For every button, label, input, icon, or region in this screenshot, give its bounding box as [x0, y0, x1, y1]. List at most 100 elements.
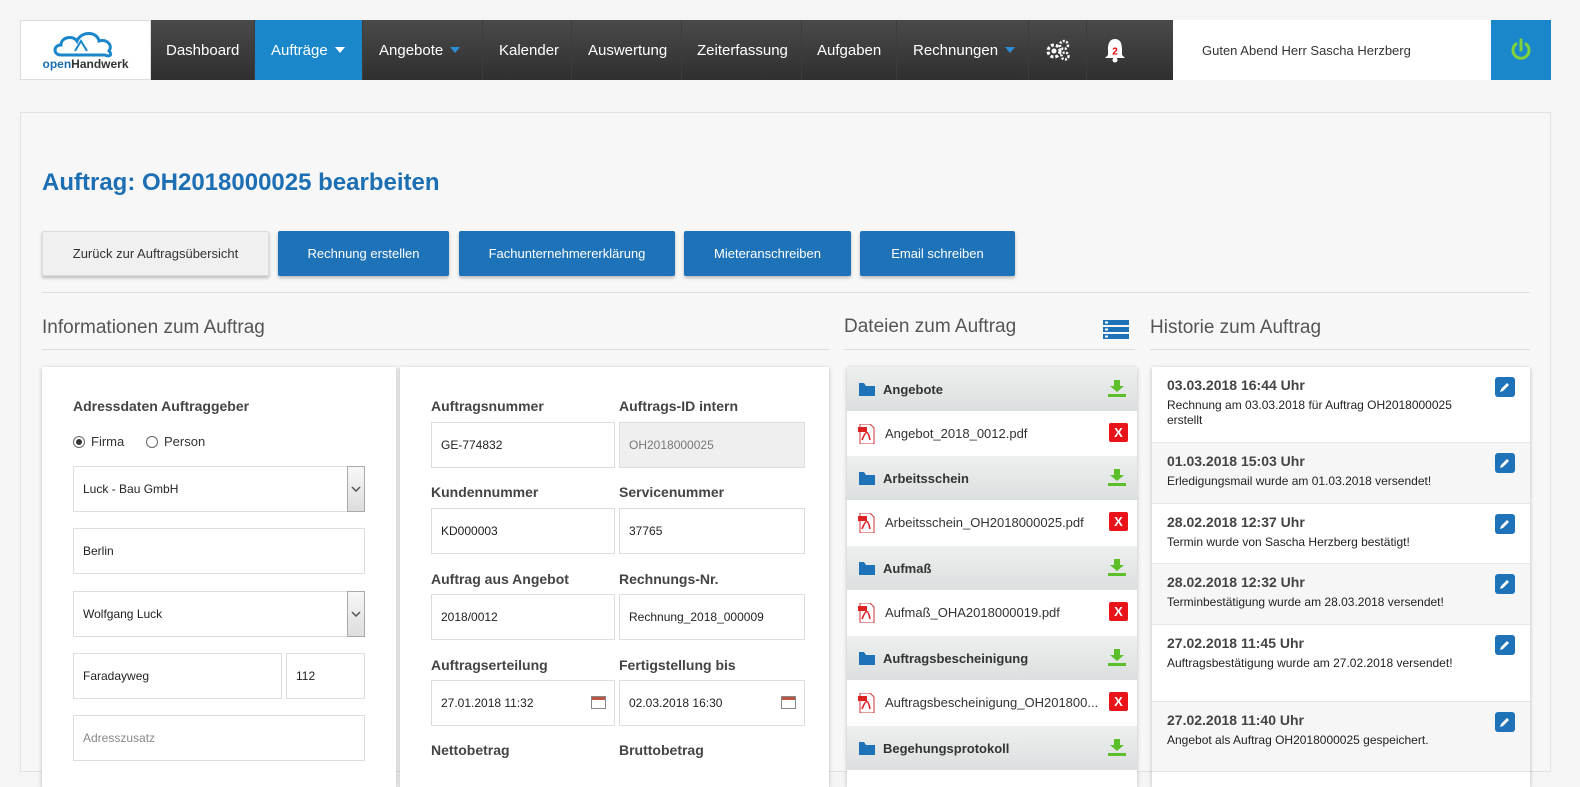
divider [42, 292, 1530, 293]
house-number-value: 112 [296, 669, 316, 683]
nav-aufgaben[interactable]: Aufgaben [802, 20, 897, 80]
settings-button[interactable] [1029, 20, 1087, 80]
company-select[interactable]: Luck - Bau GmbH [73, 466, 365, 512]
folder-auftragsbescheinigung[interactable]: Auftragsbescheinigung [847, 636, 1137, 680]
nav-auswertung[interactable]: Auswertung [572, 20, 682, 80]
history-time: 28.02.2018 12:37 Uhr [1167, 514, 1305, 530]
folder-arbeitsschein[interactable]: Arbeitsschein [847, 456, 1137, 500]
delete-icon[interactable]: X [1109, 423, 1128, 442]
calendar-icon[interactable] [781, 696, 796, 709]
download-icon[interactable] [1108, 649, 1126, 666]
pdf-icon [858, 602, 875, 623]
radio-person[interactable]: Person [146, 434, 205, 449]
radio-dot [73, 435, 85, 448]
city-value: Berlin [83, 544, 114, 558]
edit-icon[interactable] [1495, 574, 1515, 594]
calendar-icon[interactable] [591, 696, 606, 709]
internal-id-value: OH2018000025 [629, 438, 714, 452]
edit-icon[interactable] [1495, 712, 1515, 732]
download-icon[interactable] [1108, 739, 1126, 756]
divider [42, 349, 829, 350]
file-row[interactable]: Aufmaß_OHA2018000019.pdf X [847, 590, 1137, 635]
download-icon[interactable] [1108, 469, 1126, 486]
from-offer-label: Auftrag aus Angebot [431, 571, 569, 587]
customer-number-field[interactable]: KD000003 [431, 508, 615, 554]
from-offer-field[interactable]: 2018/0012 [431, 594, 615, 640]
folder-label: Angebote [883, 381, 943, 397]
caret-down-icon [334, 47, 345, 53]
nav-auftraege[interactable]: Aufträge [255, 20, 363, 80]
folder-icon [859, 382, 875, 396]
logo[interactable]: openHandwerk [20, 20, 151, 80]
tenant-letter-button[interactable]: Mieteranschreiben [684, 231, 851, 276]
file-name: Auftragsbescheinigung_OH201800... [885, 695, 1099, 710]
subcontractor-declaration-button[interactable]: Fachunternehmererklärung [459, 231, 675, 276]
power-icon [1511, 38, 1531, 60]
address-extra-placeholder: Adresszusatz [83, 731, 156, 745]
history-card: 03.03.2018 16:44 Uhr Rechnung am 03.03.2… [1152, 367, 1530, 787]
placed-value: 27.01.2018 11:32 [441, 696, 534, 710]
notification-count: 2 [1112, 47, 1118, 58]
order-card: Auftragsnummer Auftrags-ID intern GE-774… [400, 367, 829, 787]
list-view-icon[interactable] [1103, 320, 1129, 345]
edit-icon[interactable] [1495, 635, 1515, 655]
folder-icon [859, 651, 875, 665]
folder-label: Auftragsbescheinigung [883, 650, 1029, 666]
placed-date-field[interactable]: 27.01.2018 11:32 [431, 680, 615, 726]
history-entry: 03.03.2018 16:44 Uhr Rechnung am 03.03.2… [1152, 367, 1530, 443]
street-field[interactable]: Faradayweg [73, 653, 282, 699]
logout-button[interactable] [1491, 20, 1551, 80]
chevron-down-icon[interactable] [347, 591, 365, 637]
file-row[interactable]: Auftragsbescheinigung_OH201800... X [847, 680, 1137, 725]
nav-rechnungen[interactable]: Rechnungen [897, 20, 1029, 80]
gross-label: Bruttobetrag [619, 742, 704, 758]
address-extra-field[interactable]: Adresszusatz [73, 715, 365, 761]
write-email-button[interactable]: Email schreiben [860, 231, 1015, 276]
nav-label: Rechnungen [913, 41, 999, 59]
back-to-orders-button[interactable]: Zurück zur Auftragsübersicht [42, 231, 269, 276]
file-row[interactable]: Angebot_2018_0012.pdf X [847, 411, 1137, 456]
caret-down-icon [1005, 47, 1016, 53]
radio-firma[interactable]: Firma [73, 434, 124, 449]
folder-begehungsprotokoll[interactable]: Begehungsprotokoll [847, 726, 1137, 770]
city-field[interactable]: Berlin [73, 528, 365, 574]
file-row[interactable]: Arbeitsschein_OH2018000025.pdf X [847, 500, 1137, 545]
delete-icon[interactable]: X [1109, 512, 1128, 531]
due-date-field[interactable]: 02.03.2018 16:30 [619, 680, 805, 726]
order-number-field[interactable]: GE-774832 [431, 422, 615, 468]
history-text: Termin wurde von Sascha Herzberg bestäti… [1167, 535, 1410, 549]
due-value: 02.03.2018 16:30 [629, 696, 723, 710]
folder-aufmass[interactable]: Aufmaß [847, 546, 1137, 590]
address-card: Adressdaten Auftraggeber Firma Person Lu… [42, 367, 396, 787]
pdf-icon [858, 423, 875, 444]
edit-icon[interactable] [1495, 453, 1515, 473]
download-icon[interactable] [1108, 559, 1126, 576]
delete-icon[interactable]: X [1109, 602, 1128, 621]
nav-kalender[interactable]: Kalender [483, 20, 572, 80]
nav-dashboard[interactable]: Dashboard [151, 20, 255, 80]
notifications-button[interactable]: 2 [1087, 20, 1143, 80]
cloud-logo-icon [53, 32, 112, 58]
house-number-field[interactable]: 112 [286, 653, 365, 699]
service-number-field[interactable]: 37765 [619, 508, 805, 554]
nav-angebote[interactable]: Angebote [363, 20, 483, 80]
invoice-no-field[interactable]: Rechnung_2018_000009 [619, 594, 805, 640]
net-label: Nettobetrag [431, 742, 510, 758]
download-icon[interactable] [1108, 380, 1126, 397]
service-number-label: Servicenummer [619, 484, 725, 500]
street-value: Faradayweg [83, 669, 150, 683]
top-navbar: openHandwerk Dashboard Aufträge Angebote… [20, 20, 1551, 80]
edit-icon[interactable] [1495, 377, 1515, 397]
history-heading: Historie zum Auftrag [1150, 317, 1322, 338]
chevron-down-icon[interactable] [347, 466, 365, 512]
nav-label: Angebote [379, 41, 444, 59]
create-invoice-button[interactable]: Rechnung erstellen [278, 231, 449, 276]
contact-select[interactable]: Wolfgang Luck [73, 591, 365, 637]
nav-zeiterfassung[interactable]: Zeiterfassung [682, 20, 802, 80]
delete-icon[interactable]: X [1109, 692, 1128, 711]
nav-label: Zeiterfassung [697, 41, 788, 59]
folder-angebote[interactable]: Angebote [847, 367, 1137, 411]
edit-icon[interactable] [1495, 514, 1515, 534]
divider [1150, 349, 1530, 350]
order-number-label: Auftragsnummer [431, 398, 544, 414]
